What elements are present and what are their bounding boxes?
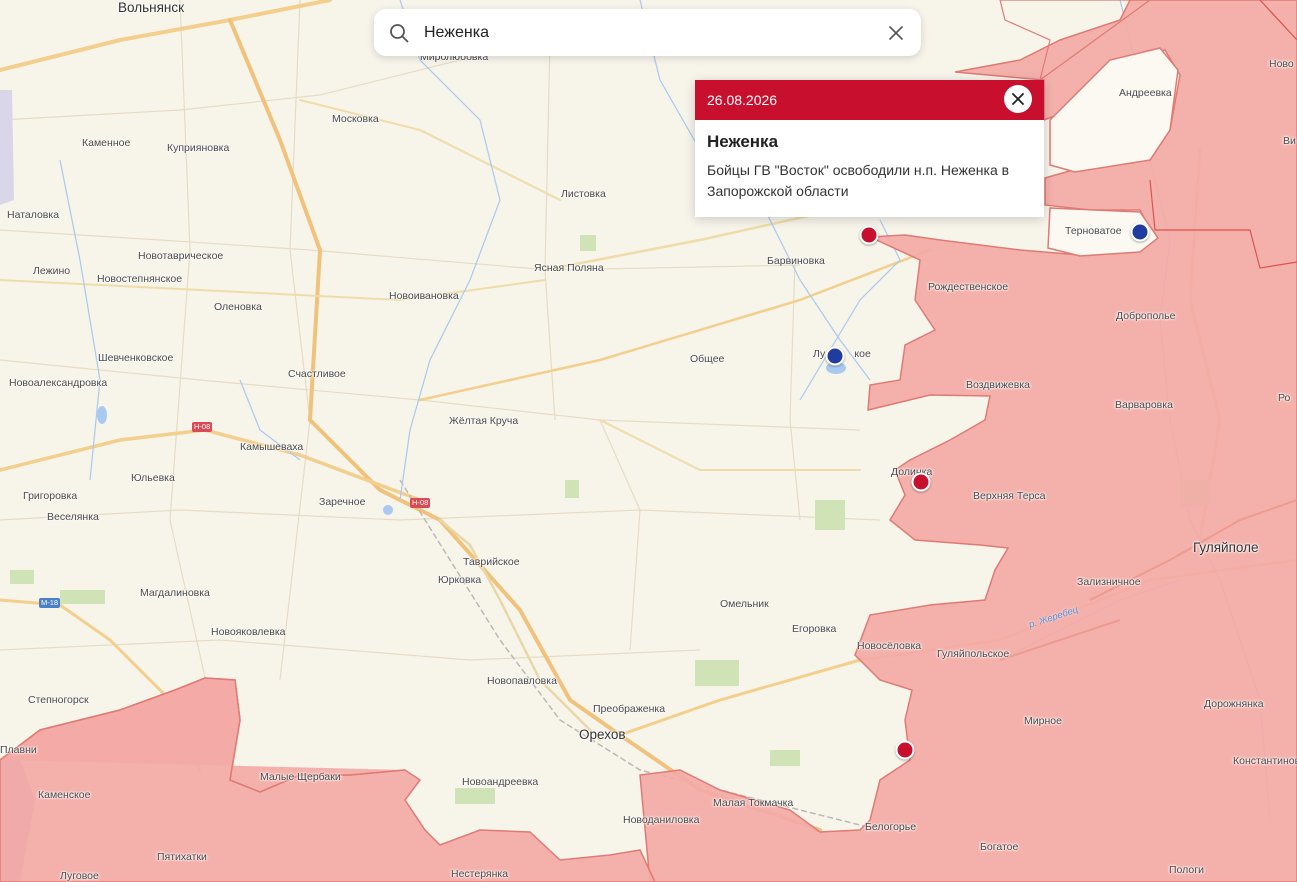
place-label: Лежино (33, 265, 71, 277)
place-label: Новостепнянское (97, 273, 183, 285)
place-label: Новотаврическое (138, 250, 224, 262)
place-label: Варваровка (1115, 399, 1173, 411)
search-bar[interactable] (374, 9, 921, 56)
place-label: Новоивановка (389, 290, 459, 302)
place-label: Гуляйпольское (937, 648, 1010, 660)
place-label: Юльевка (131, 472, 175, 484)
place-label: Листовка (561, 188, 606, 200)
place-label: Счастливое (288, 368, 346, 380)
place-label: Наталовка (7, 209, 60, 221)
place-label: Магдалиновка (140, 587, 210, 599)
place-label: Терноватое (1065, 225, 1122, 237)
event-marker-red[interactable] (895, 740, 915, 760)
search-icon[interactable] (388, 22, 410, 44)
place-label: Пологи (1169, 864, 1204, 876)
pond (97, 406, 107, 424)
event-popup: 26.08.2026 Неженка Бойцы ГВ "Восток" осв… (695, 80, 1044, 217)
event-marker-blue[interactable] (1130, 222, 1150, 242)
place-label: Плавни (0, 744, 37, 756)
place-label: Вольнянск (118, 0, 185, 15)
urban-area (0, 90, 14, 205)
place-label: Каменное (82, 137, 131, 149)
place-label: Ро (1278, 392, 1291, 404)
pond (383, 505, 393, 515)
place-label: Доброполье (1116, 310, 1176, 322)
place-label: Оленовка (214, 301, 262, 313)
popup-date: 26.08.2026 (707, 92, 778, 108)
place-label: Мирное (1024, 715, 1062, 727)
place-label: Юрковка (438, 574, 482, 586)
place-label: Луговое (60, 870, 99, 882)
place-label: Омельник (720, 598, 769, 610)
place-label: Новосёловка (857, 640, 922, 652)
road-badge: М-18 (39, 598, 61, 608)
place-label: Веселянка (47, 511, 99, 523)
place-label: Малая Токмачка (713, 797, 794, 809)
place-label: Григоровка (23, 490, 78, 502)
place-label: Новопавловка (487, 675, 557, 687)
search-input[interactable] (422, 22, 885, 43)
place-label: Андреевка (1119, 87, 1172, 99)
place-label: Малые Щербаки (260, 771, 341, 783)
place-label: Барвиновка (767, 255, 825, 267)
place-label: Гуляйполе (1193, 540, 1259, 555)
place-label: Ви (1283, 135, 1296, 147)
place-label: Рождественское (928, 281, 1009, 293)
place-label: Егоровка (792, 623, 837, 635)
place-label: Дорожнянка (1204, 698, 1264, 710)
place-label: Нестерянка (451, 868, 509, 880)
place-label: Камышеваха (240, 441, 304, 453)
place-label: Заречное (319, 496, 366, 508)
place-label: Московка (332, 113, 379, 125)
place-label: Новоалександровка (9, 377, 108, 389)
popup-header: 26.08.2026 (695, 80, 1044, 120)
place-label: Воздвижевка (966, 379, 1030, 391)
place-label: Таврийское (463, 556, 520, 568)
place-label: Куприяновка (167, 142, 230, 154)
place-label: Общее (690, 353, 725, 365)
map-canvas[interactable] (0, 0, 1297, 882)
place-label: Пятихатки (157, 851, 207, 863)
place-label: Степногорск (28, 694, 89, 706)
place-label: Шевченковское (98, 352, 174, 364)
place-label: Новоандреевка (462, 776, 539, 788)
place-label: Верхняя Терса (973, 490, 1046, 502)
road-badge: Н-08 (410, 498, 431, 508)
place-label: Зализничное (1077, 576, 1141, 588)
popup-title: Неженка (707, 132, 779, 151)
road-badge: Н-08 (192, 422, 213, 432)
place-label: Константиновка (1233, 755, 1297, 767)
place-label: Преображенка (593, 703, 666, 715)
event-marker-red[interactable] (911, 472, 931, 492)
place-label: Новояковлевка (211, 626, 286, 638)
place-label: Ясная Поляна (534, 262, 604, 274)
place-label: Жёлтая Круча (449, 415, 519, 427)
place-label: Ново (1269, 58, 1294, 70)
place-label: Новоданиловка (623, 814, 700, 826)
place-label: Богатое (980, 841, 1019, 853)
place-label: Орехов (579, 727, 626, 742)
place-label: Каменское (38, 789, 91, 801)
event-marker-red[interactable] (859, 225, 879, 245)
close-icon[interactable] (885, 22, 907, 44)
close-icon[interactable] (1004, 85, 1032, 113)
event-marker-blue[interactable] (825, 346, 845, 366)
place-label: Белогорье (865, 821, 917, 833)
popup-text: Бойцы ГВ "Восток" освободили н.п. Неженк… (707, 162, 1010, 199)
